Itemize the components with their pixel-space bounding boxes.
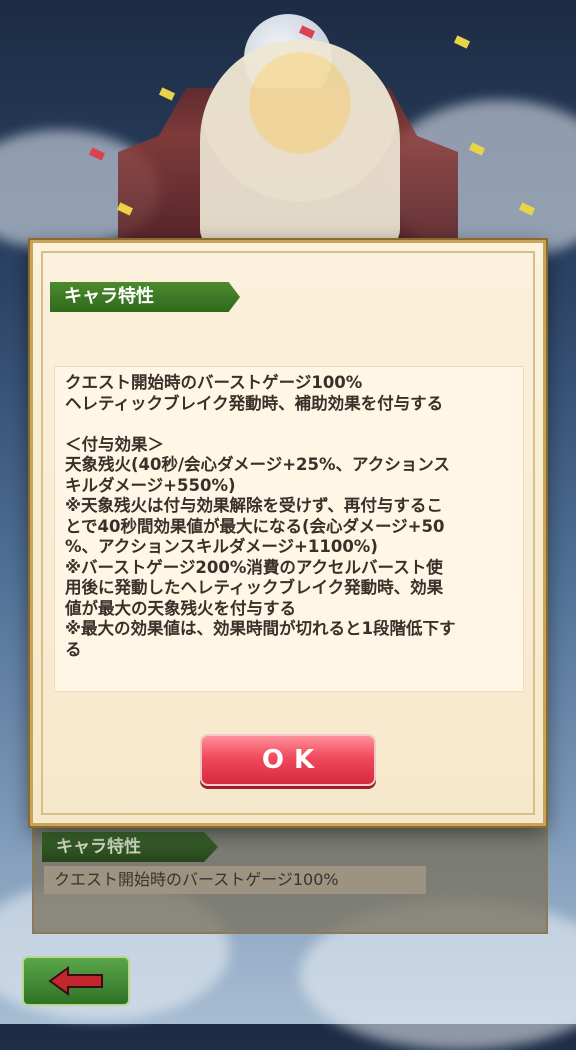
description-line: る bbox=[65, 639, 82, 659]
dialog-header: キャラ特性 bbox=[50, 282, 240, 312]
description-line bbox=[65, 414, 515, 435]
character-illustration bbox=[200, 40, 400, 250]
description-line: ヘレティックブレイク発動時、補助効果を付与する bbox=[65, 393, 444, 413]
description-line: 値が最大の天象残火を付与する bbox=[65, 598, 296, 618]
description-line: クエスト開始時のバーストゲージ100% bbox=[65, 373, 363, 392]
description-line: ※最大の効果値は、効果時間が切れると1段階低下す bbox=[65, 619, 456, 638]
ok-button[interactable]: OK bbox=[200, 734, 376, 786]
description-line: %、アクションスキルダメージ+1100%) bbox=[65, 537, 378, 556]
description-line: 用後に発動したヘレティックブレイク発動時、効果 bbox=[65, 578, 444, 597]
description-line: ※バーストゲージ200%消費のアクセルバースト使 bbox=[65, 557, 443, 577]
trait-description: クエスト開始時のバーストゲージ100% ヘレティックブレイク発動時、補助効果を付… bbox=[54, 366, 524, 692]
description-line: キルダメージ+550%) bbox=[65, 475, 236, 495]
description-line: とで40秒間効果値が最大になる(会心ダメージ+50 bbox=[65, 516, 445, 536]
back-button[interactable] bbox=[22, 956, 130, 1006]
character-trait-header: キャラ特性 bbox=[42, 832, 218, 862]
description-line: 天象残火(40秒/会心ダメージ+25%、アクションス bbox=[65, 455, 450, 474]
character-trait-summary: クエスト開始時のバーストゲージ100% bbox=[44, 866, 426, 894]
description-line: ＜付与効果＞ bbox=[65, 434, 164, 454]
description-line: ※天象残火は付与効果解除を受けず、再付与するこ bbox=[65, 496, 443, 515]
left-arrow-icon bbox=[48, 966, 103, 996]
